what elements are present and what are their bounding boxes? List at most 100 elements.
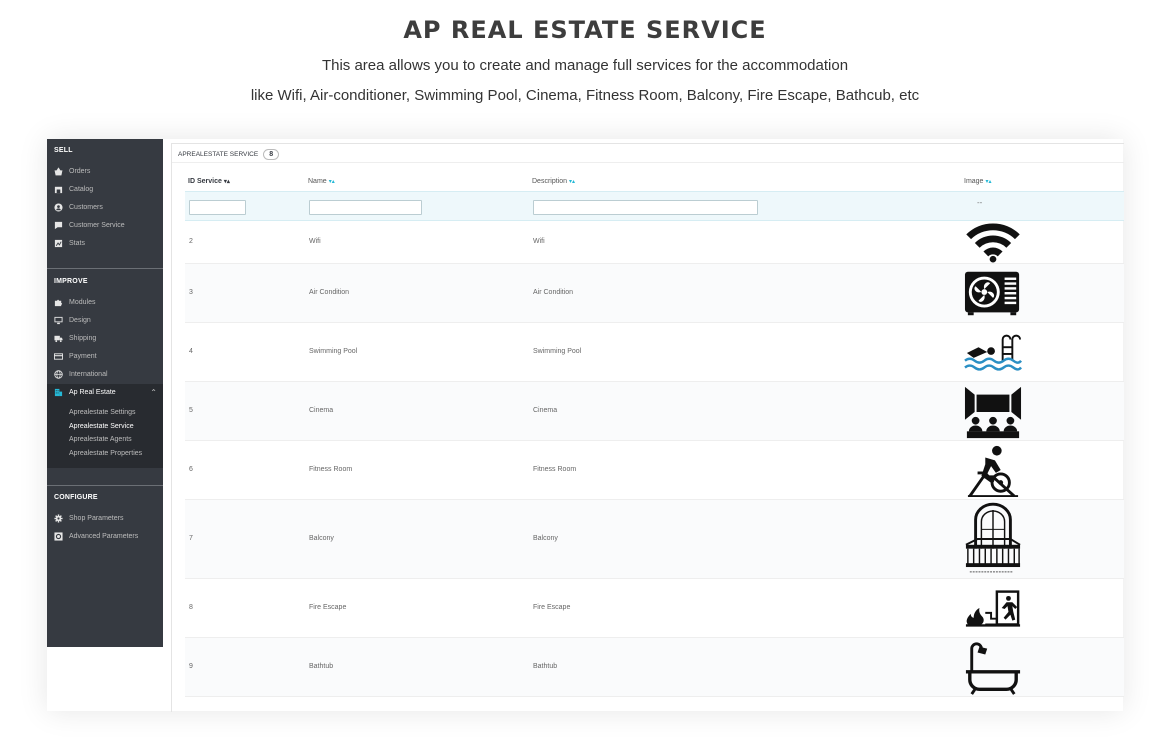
sidebar-section-configure: CONFIGURE [54, 494, 98, 501]
table-row[interactable]: 6 Fitness Room Fitness Room [185, 441, 1124, 500]
sidebar-divider [47, 485, 163, 486]
balcony-icon [964, 502, 1022, 576]
cell-description: Balcony [533, 535, 558, 542]
fire-escape-icon [964, 589, 1022, 629]
sidebar-item-label: Advanced Parameters [69, 532, 139, 540]
table-row[interactable]: 7 Balcony Balcony [185, 500, 1124, 579]
globe-icon [54, 369, 63, 379]
sidebar-item-label: Shop Parameters [69, 514, 124, 522]
cell-id: 7 [189, 535, 193, 542]
gear-icon [54, 513, 63, 523]
column-header-name[interactable]: Name ▾▴ [308, 178, 335, 185]
cell-id: 3 [189, 289, 193, 296]
sidebar-subitem-properties[interactable]: Aprealestate Properties [69, 450, 142, 457]
sidebar-section-sell: SELL [54, 147, 73, 154]
building-icon [54, 388, 63, 397]
cell-name: Fire Escape [309, 604, 347, 611]
cell-name: Bathtub [309, 663, 334, 670]
sidebar-item-design[interactable]: Design [54, 314, 91, 326]
air-conditioner-icon [964, 269, 1022, 317]
cell-description: Cinema [533, 407, 558, 414]
sidebar-subitem-agents[interactable]: Aprealestate Agents [69, 436, 132, 443]
sidebar-item-label: Shipping [69, 334, 97, 342]
sidebar-item-advanced-parameters[interactable]: Advanced Parameters [54, 530, 138, 542]
sort-icon[interactable]: ▾▴ [329, 179, 335, 185]
sidebar-item-stats[interactable]: Stats [54, 237, 85, 249]
table-row[interactable]: 4 Swimming Pool Swimming Pool [185, 323, 1124, 382]
puzzle-icon [54, 298, 63, 307]
cell-id: 5 [189, 407, 193, 414]
count-badge: 8 [263, 149, 280, 160]
sidebar-item-modules[interactable]: Modules [54, 296, 95, 308]
cell-name: Air Condition [309, 289, 350, 296]
filter-row: -- [185, 191, 1124, 221]
sidebar-item-label: Payment [69, 352, 97, 360]
cell-name: Balcony [309, 535, 334, 542]
table-row[interactable]: 3 Air Condition Air Condition [185, 264, 1124, 323]
sort-icon[interactable]: ▾▴ [985, 179, 991, 185]
cell-name: Swimming Pool [309, 348, 358, 355]
cell-id: 9 [189, 663, 193, 670]
table-row[interactable]: 9 Bathtub Bathtub [185, 638, 1124, 697]
sidebar-item-label: Ap Real Estate [69, 388, 116, 396]
cell-name: Fitness Room [309, 466, 353, 473]
sidebar-item-payment[interactable]: Payment [54, 350, 97, 362]
sidebar-item-shipping[interactable]: Shipping [54, 332, 96, 344]
sidebar-item-catalog[interactable]: Catalog [54, 183, 93, 195]
sidebar-item-label: International [69, 370, 108, 378]
table-row[interactable]: 8 Fire Escape Fire Escape [185, 579, 1124, 638]
column-header-description[interactable]: Description ▾▴ [532, 178, 575, 185]
sidebar-subitem-settings[interactable]: Aprealestate Settings [69, 409, 136, 416]
cell-description: Fitness Room [533, 466, 577, 473]
sidebar-item-label: Orders [69, 167, 91, 175]
sort-icon[interactable]: ▾▴ [569, 179, 575, 185]
sidebar-divider [47, 268, 163, 269]
sidebar-item-ap-real-estate[interactable]: Ap Real Estate ⌃ [47, 384, 163, 400]
chevron-up-icon[interactable]: ⌃ [150, 388, 157, 397]
panel-heading: APREALESTATE SERVICE 8 [178, 149, 280, 160]
fitness-bike-icon [964, 444, 1022, 498]
cell-description: Air Condition [533, 289, 574, 296]
admin-screenshot: SELL Orders Catalog Customers Customer S… [47, 139, 1124, 712]
chat-icon [54, 221, 63, 230]
page-description-line-2: like Wifi, Air-conditioner, Swimming Poo… [250, 87, 920, 104]
sidebar-item-orders[interactable]: Orders [54, 165, 90, 177]
sidebar-item-customers[interactable]: Customers [54, 201, 103, 213]
sidebar: SELL Orders Catalog Customers Customer S… [47, 139, 163, 647]
cell-description: Wifi [533, 238, 545, 245]
sidebar-item-label: Stats [69, 239, 85, 247]
column-header-image[interactable]: Image ▾▴ [964, 178, 992, 185]
table-row[interactable]: 2 Wifi Wifi [185, 220, 1124, 264]
basket-icon [54, 166, 63, 176]
swimming-pool-icon [964, 331, 1022, 375]
sidebar-item-label: Customer Service [69, 221, 125, 229]
panel-divider [172, 162, 1124, 163]
sidebar-item-label: Catalog [69, 185, 94, 193]
column-header-id[interactable]: ID Service ▾▴ [188, 178, 230, 185]
filter-name-input[interactable] [309, 200, 422, 215]
bathtub-icon [964, 640, 1022, 696]
sidebar-item-international[interactable]: International [54, 368, 108, 380]
filter-description-input[interactable] [533, 200, 758, 215]
sidebar-item-customer-service[interactable]: Customer Service [54, 219, 125, 231]
truck-icon [54, 334, 63, 343]
table-row[interactable]: 5 Cinema Cinema [185, 382, 1124, 441]
sidebar-subitem-service[interactable]: Aprealestate Service [69, 423, 134, 430]
page-title: AP REAL ESTATE SERVICE [403, 16, 767, 44]
cinema-icon [964, 384, 1022, 440]
wifi-icon [964, 221, 1022, 263]
cell-name: Cinema [309, 407, 334, 414]
monitor-icon [54, 316, 63, 325]
sort-icon[interactable]: ▾▴ [224, 179, 230, 185]
sidebar-item-label: Design [69, 316, 91, 324]
cell-description: Fire Escape [533, 604, 571, 611]
cell-id: 2 [189, 238, 193, 245]
cell-id: 6 [189, 466, 193, 473]
cell-name: Wifi [309, 238, 321, 245]
sidebar-item-shop-parameters[interactable]: Shop Parameters [54, 512, 123, 524]
cell-description: Bathtub [533, 663, 558, 670]
sidebar-section-improve: IMPROVE [54, 278, 88, 285]
service-panel: APREALESTATE SERVICE 8 ID Service ▾▴ Name… [171, 143, 1124, 712]
user-icon [54, 202, 63, 212]
filter-id-input[interactable] [189, 200, 246, 215]
